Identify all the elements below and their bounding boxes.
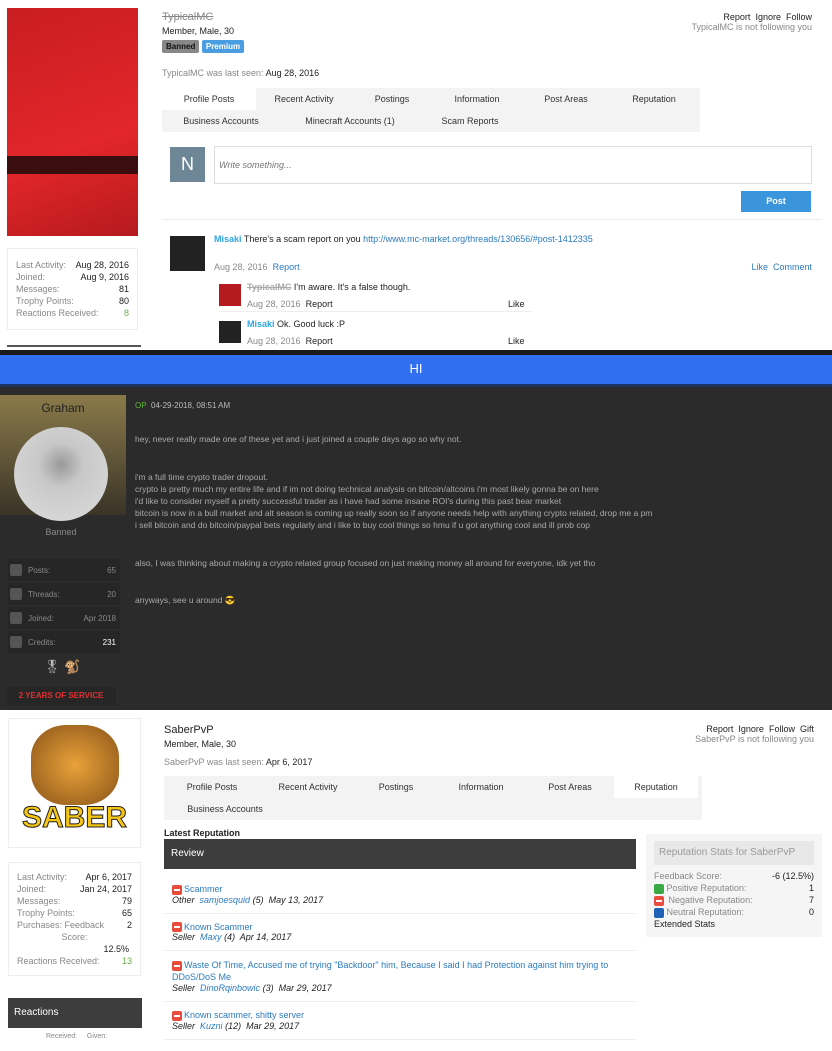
thread-post: Graham Banned Posts: 65 Threads: 20 Joined… [0, 387, 832, 710]
stat-credits: Credits: 231 [8, 631, 120, 653]
user-rank: Banned [45, 527, 77, 537]
stat-posts: Posts: 65 [8, 559, 120, 581]
report-link[interactable]: Report [306, 299, 333, 309]
tab-recent-activity[interactable]: Recent Activity [260, 776, 356, 798]
write-something-input[interactable] [214, 146, 812, 184]
negative-icon [172, 884, 182, 895]
tab-reputation[interactable]: Reputation [610, 88, 698, 110]
review-item: Known scammer, shitty server Seller Kuzni… [164, 1002, 636, 1040]
like-link[interactable]: Like [751, 262, 768, 272]
tab-business-accounts[interactable]: Business Accounts [162, 110, 280, 132]
user-avatar [14, 427, 108, 521]
divider [162, 219, 822, 220]
tab-postings[interactable]: Postings [352, 88, 432, 110]
op-label: OP [135, 401, 147, 410]
composer-avatar: N [170, 147, 205, 182]
ignore-link[interactable]: Ignore [738, 724, 764, 734]
negative-icon [654, 895, 664, 906]
user-banner: Graham [0, 395, 126, 521]
reactions-header: Reactions [8, 998, 142, 1028]
report-link[interactable]: Report [706, 724, 733, 734]
threads-icon [10, 588, 22, 600]
comment-avatar [219, 284, 241, 306]
comment: Misaki Ok. Good luck :P Aug 28, 2016 Rep… [219, 319, 532, 349]
follow-link[interactable]: Follow [769, 724, 795, 734]
like-link[interactable]: Like [508, 336, 525, 346]
member-subtitle: Member, Male, 30 [164, 739, 237, 749]
username[interactable]: TypicalMC [162, 11, 213, 23]
stat-joined: Joined: Apr 2018 [8, 607, 120, 629]
member-stats: Last Activity: Aug 28, 2016 Joined: Aug 9,… [7, 248, 138, 330]
cool-emoji-icon: 😎 [224, 595, 236, 606]
post-timestamp: 04-29-2018, 08:51 AM [151, 401, 231, 410]
comment-link[interactable]: Comment [773, 262, 812, 272]
scam-report-link[interactable]: http://www.mc-market.org/threads/130656/… [363, 234, 593, 244]
review-item: Known Scammer Seller Maxy (4) Apr 14, 201… [164, 914, 636, 952]
member-subtitle: Member, Male, 30 [162, 26, 235, 36]
ignore-link[interactable]: Ignore [755, 12, 781, 22]
comment-avatar [219, 321, 241, 343]
service-badge: 2 YEARS OF SERVICE [6, 687, 116, 705]
review-item: Waste Of Time, Accused me of trying "Bac… [164, 951, 636, 1003]
member-stats: Last Activity: Apr 6, 2017 Joined: Jan 24,… [8, 862, 141, 976]
follow-link[interactable]: Follow [786, 12, 812, 22]
tab-postings[interactable]: Postings [356, 776, 436, 798]
positive-icon [654, 883, 664, 894]
stat-threads: Threads: 20 [8, 583, 120, 605]
review-item: Scammer Other samjoesquid (5) May 13, 201… [164, 876, 636, 914]
tab-information[interactable]: Information [432, 88, 522, 110]
review-list: Scammer Other samjoesquid (5) May 13, 201… [164, 876, 636, 1040]
like-link[interactable]: Like [508, 299, 525, 309]
username[interactable]: SaberPvP [164, 724, 214, 736]
post-button[interactable]: Post [741, 191, 811, 212]
calendar-icon [10, 612, 22, 624]
credits-icon [10, 636, 22, 648]
review-header: Review [164, 839, 636, 869]
negative-icon [172, 922, 182, 933]
divider [7, 345, 141, 347]
posts-icon [10, 564, 22, 576]
negative-icon [172, 1010, 182, 1021]
tab-recent-activity[interactable]: Recent Activity [256, 88, 352, 110]
profile-tabs: Profile Posts Recent Activity Postings I… [162, 88, 700, 132]
tab-profile-posts[interactable]: Profile Posts [164, 776, 260, 798]
banned-badge: Banned [162, 40, 200, 53]
latest-reputation-heading: Latest Reputation [164, 828, 241, 838]
tab-reputation[interactable]: Reputation [614, 776, 698, 798]
gift-link[interactable]: Gift [800, 724, 814, 734]
comment: TypicalMC I'm aware. It's a false though… [219, 282, 532, 312]
reputation-stats: Reputation Stats for SaberPvP Feedback S… [646, 834, 822, 937]
report-link[interactable]: Report [273, 262, 300, 272]
negative-icon [172, 960, 182, 971]
tab-scam-reports[interactable]: Scam Reports [420, 110, 520, 132]
neutral-info-icon [654, 907, 664, 918]
post-body: hey, never really made one of these yet … [135, 434, 653, 606]
report-link[interactable]: Report [723, 12, 750, 22]
award-icons: 🎖 🐒 [44, 659, 81, 674]
tab-minecraft-accounts[interactable]: Minecraft Accounts (1) [280, 110, 420, 132]
commenter-avatar [170, 236, 205, 271]
tab-business-accounts[interactable]: Business Accounts [164, 798, 286, 820]
profile-avatar: SABER [8, 718, 141, 848]
tab-post-areas[interactable]: Post Areas [522, 88, 610, 110]
follow-status: TypicalMC is not following you [691, 22, 812, 32]
thread-title: HI [0, 355, 832, 387]
profile-avatar [7, 8, 138, 236]
profile-tabs: Profile Posts Recent Activity Postings I… [164, 776, 702, 820]
report-link[interactable]: Report [306, 336, 333, 346]
tab-profile-posts[interactable]: Profile Posts [162, 88, 256, 110]
tab-information[interactable]: Information [436, 776, 526, 798]
extended-stats-link[interactable]: Extended Stats [654, 918, 814, 930]
tab-post-areas[interactable]: Post Areas [526, 776, 614, 798]
thread-username[interactable]: Graham [0, 401, 126, 415]
premium-badge: Premium [201, 40, 245, 53]
post-author[interactable]: Misaki [214, 234, 242, 244]
